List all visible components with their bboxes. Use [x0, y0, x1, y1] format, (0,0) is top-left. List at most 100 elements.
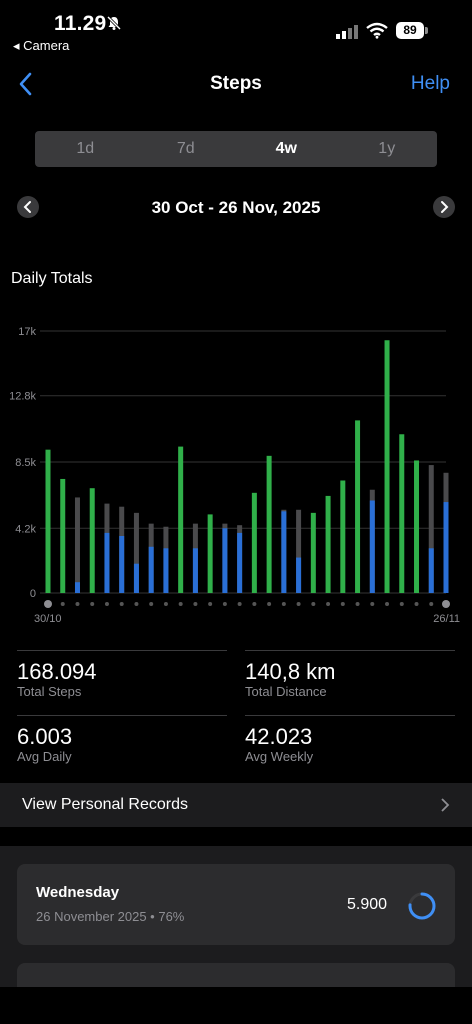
progress-ring-icon	[408, 892, 436, 920]
total-steps-value: 168.094	[17, 659, 97, 684]
bar-portion	[74, 582, 80, 593]
x-tick-dot	[355, 602, 360, 606]
x-tick-dot	[193, 602, 198, 606]
bottom-bar	[0, 987, 472, 1024]
segment-4w[interactable]: 4w	[236, 131, 337, 167]
x-tick-dot	[60, 602, 65, 606]
y-tick-label: 12.8k	[9, 391, 36, 403]
bar-goal-met	[266, 455, 272, 593]
x-tick-dot	[252, 602, 257, 606]
bar-goal-met	[340, 480, 346, 593]
y-tick-label: 4.2k	[15, 523, 36, 535]
bar-portion	[148, 546, 154, 593]
x-tick-dot	[281, 602, 286, 606]
x-tick-dot	[385, 602, 390, 606]
x-tick-dot	[340, 602, 345, 606]
cell-signal-icon	[336, 25, 358, 39]
x-tick-dot	[75, 602, 80, 606]
bar-goal-met	[399, 434, 405, 593]
x-tick-dot	[222, 602, 227, 606]
x-tick-dot	[267, 602, 272, 606]
x-tick-dot	[414, 602, 419, 606]
day-card[interactable]	[17, 864, 455, 945]
bar-goal-met	[207, 514, 213, 593]
bar-portion	[443, 502, 449, 593]
chevron-right-icon	[441, 798, 450, 812]
segment-1y[interactable]: 1y	[337, 131, 438, 167]
bar-goal-met	[414, 460, 420, 593]
battery-nub	[425, 27, 428, 34]
x-tick-dot	[44, 600, 52, 608]
page-title: Steps	[210, 73, 262, 94]
x-tick-dot	[208, 602, 213, 606]
bar-goal-met	[251, 492, 257, 593]
bell-muted-icon	[106, 15, 122, 31]
bar-portion	[237, 532, 243, 593]
divider	[245, 650, 455, 651]
bar-goal-met	[325, 495, 331, 593]
x-tick-dot	[442, 600, 450, 608]
x-tick-dot	[311, 602, 316, 606]
y-tick-label: 0	[30, 588, 36, 600]
bar-total	[74, 497, 80, 593]
bar-portion	[428, 548, 434, 593]
divider	[17, 650, 227, 651]
avg-daily-value: 6.003	[17, 724, 73, 749]
bar-goal-met	[384, 340, 390, 593]
day-card-steps: 5.900	[347, 896, 388, 913]
y-tick-label: 17k	[18, 326, 36, 338]
battery-indicator: 89	[396, 22, 424, 39]
divider	[245, 715, 455, 716]
section-title: Daily Totals	[11, 270, 93, 287]
bar-portion	[192, 548, 198, 593]
x-tick-dot	[134, 602, 139, 606]
avg-weekly-label: Avg Weekly	[245, 749, 314, 764]
x-tick-dot	[90, 602, 95, 606]
x-tick-dot	[399, 602, 404, 606]
segment-1d[interactable]: 1d	[35, 131, 136, 167]
bar-portion	[281, 511, 287, 593]
next-range-button[interactable]	[433, 196, 455, 218]
x-tick-dot	[296, 602, 301, 606]
bar-goal-met	[60, 478, 66, 593]
bar-portion	[133, 563, 139, 593]
x-tick-dot	[104, 602, 109, 606]
bar-goal-met	[89, 488, 95, 593]
day-card-title: Wednesday	[36, 884, 120, 901]
x-tick-dot	[119, 602, 124, 606]
bar-goal-met	[178, 446, 184, 593]
divider	[17, 715, 227, 716]
day-card-subtitle: 26 November 2025 • 76%	[36, 909, 185, 924]
date-range-label: 30 Oct - 26 Nov, 2025	[151, 198, 321, 217]
back-to-app-link[interactable]: ◂ Camera	[13, 38, 69, 54]
total-distance-label: Total Distance	[245, 684, 327, 699]
total-steps-label: Total Steps	[17, 684, 82, 699]
status-time: 11.29	[54, 12, 107, 35]
bar-goal-met	[310, 512, 316, 593]
x-tick-dot	[370, 602, 375, 606]
wifi-icon	[366, 22, 388, 39]
x-tick-dot	[429, 602, 434, 606]
help-button[interactable]: Help	[411, 73, 450, 95]
avg-weekly-value: 42.023	[245, 724, 313, 749]
personal-records-row[interactable]: View Personal Records	[0, 783, 472, 827]
x-tick-dot	[237, 602, 242, 606]
bar-portion	[104, 532, 110, 593]
bar-portion	[296, 557, 302, 593]
x-tick-dot	[326, 602, 331, 606]
x-tick-dot	[149, 602, 154, 606]
bar-goal-met	[45, 449, 51, 593]
x-end-label: 26/11	[433, 613, 460, 625]
bar-portion	[369, 500, 375, 593]
y-tick-label: 8.5k	[15, 457, 36, 469]
avg-daily-label: Avg Daily	[17, 749, 72, 764]
chevron-right-icon	[441, 201, 449, 213]
total-distance-value: 140,8 km	[245, 659, 336, 684]
personal-records-label: View Personal Records	[22, 796, 189, 813]
daily-totals-chart: 17k 12.8k 8.5k 4.2k 0 30/10 26/11	[9, 326, 460, 625]
bar-portion	[119, 535, 125, 593]
segment-7d[interactable]: 7d	[136, 131, 237, 167]
period-segmented-control: 1d 7d 4w 1y	[35, 131, 437, 167]
x-start-label: 30/10	[34, 613, 62, 625]
bar-goal-met	[355, 420, 361, 593]
